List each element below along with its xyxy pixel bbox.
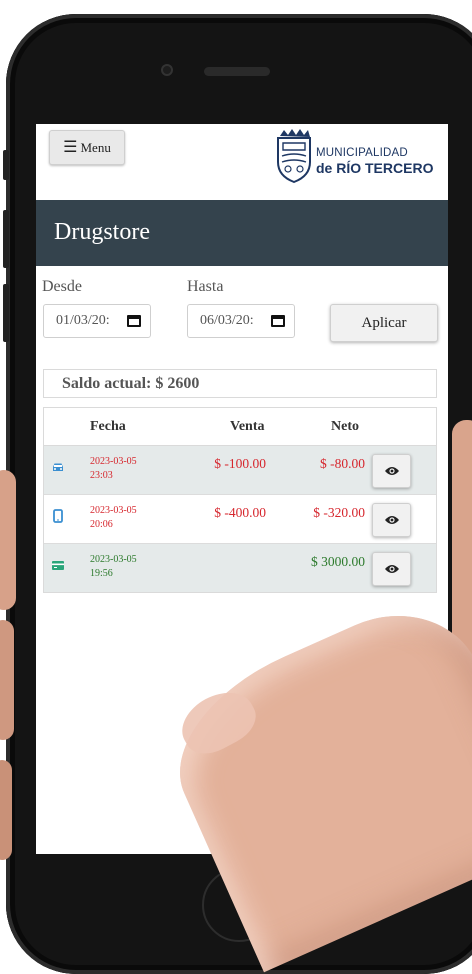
hamburger-icon: ☰	[63, 138, 78, 156]
eye-icon	[384, 565, 399, 573]
to-date-value: 06/03/20:	[200, 313, 254, 328]
view-button[interactable]	[372, 503, 411, 537]
volume-up-button	[3, 210, 9, 268]
card-icon	[52, 561, 64, 570]
hand-finger-left	[0, 760, 12, 860]
row-date: 2023-03-05 20:06	[90, 505, 137, 530]
column-venta: Venta	[230, 419, 265, 434]
transactions-table: Fecha Venta Neto 2023-03-05 23:03 $ -100…	[43, 407, 437, 593]
view-button[interactable]	[372, 454, 411, 488]
row-neto: $ -80.00	[320, 456, 365, 471]
car-icon	[53, 463, 63, 471]
apply-button[interactable]: Aplicar	[330, 304, 438, 342]
logo-line1: MUNICIPALIDAD	[316, 147, 408, 159]
table-row: 2023-03-05 23:03 $ -100.00 $ -80.00	[44, 446, 436, 495]
column-neto: Neto	[331, 419, 359, 434]
logo-text: MUNICIPALIDAD de RÍO TERCERO	[316, 147, 434, 176]
menu-button[interactable]: ☰ Menu	[49, 130, 125, 165]
current-balance: Saldo actual: $ 2600	[43, 369, 437, 398]
table-row: 2023-03-05 20:06 $ -400.00 $ -320.00	[44, 495, 436, 544]
menu-label: Menu	[80, 139, 111, 155]
column-fecha: Fecha	[90, 419, 126, 434]
phone-icon	[53, 509, 63, 523]
top-bar: ☰ Menu MUNICIPALIDAD de RÍO TERCERO	[36, 124, 448, 200]
table-row: 2023-03-05 19:56 $ 3000.00	[44, 544, 436, 592]
row-neto: $ -320.00	[313, 505, 365, 520]
to-date-input[interactable]: 06/03/20:	[187, 304, 295, 338]
coat-of-arms-icon	[277, 129, 311, 184]
row-venta: $ -400.00	[214, 505, 266, 520]
front-camera	[161, 64, 173, 76]
view-button[interactable]	[372, 552, 411, 586]
title-bar: Drugstore	[36, 200, 448, 266]
calendar-icon[interactable]	[271, 315, 285, 327]
volume-down-button	[3, 284, 9, 342]
table-header: Fecha Venta Neto	[44, 408, 436, 446]
from-date-input[interactable]: 01/03/20:	[43, 304, 151, 338]
logo-line2: de RÍO TERCERO	[316, 159, 434, 176]
row-neto: $ 3000.00	[311, 554, 365, 569]
from-label: Desde	[42, 278, 82, 295]
hand-finger-left	[0, 470, 16, 610]
hand-finger-left	[0, 620, 14, 740]
page-title: Drugstore	[54, 219, 150, 245]
eye-icon	[384, 467, 399, 475]
to-label: Hasta	[187, 278, 224, 295]
row-venta: $ -100.00	[214, 456, 266, 471]
eye-icon	[384, 516, 399, 524]
municipality-logo: MUNICIPALIDAD de RÍO TERCERO	[274, 128, 438, 188]
from-date-value: 01/03/20:	[56, 313, 110, 328]
row-date: 2023-03-05 19:56	[90, 554, 137, 579]
row-date: 2023-03-05 23:03	[90, 456, 137, 481]
calendar-icon[interactable]	[127, 315, 141, 327]
earpiece-speaker	[204, 67, 270, 76]
mute-switch	[3, 150, 9, 180]
